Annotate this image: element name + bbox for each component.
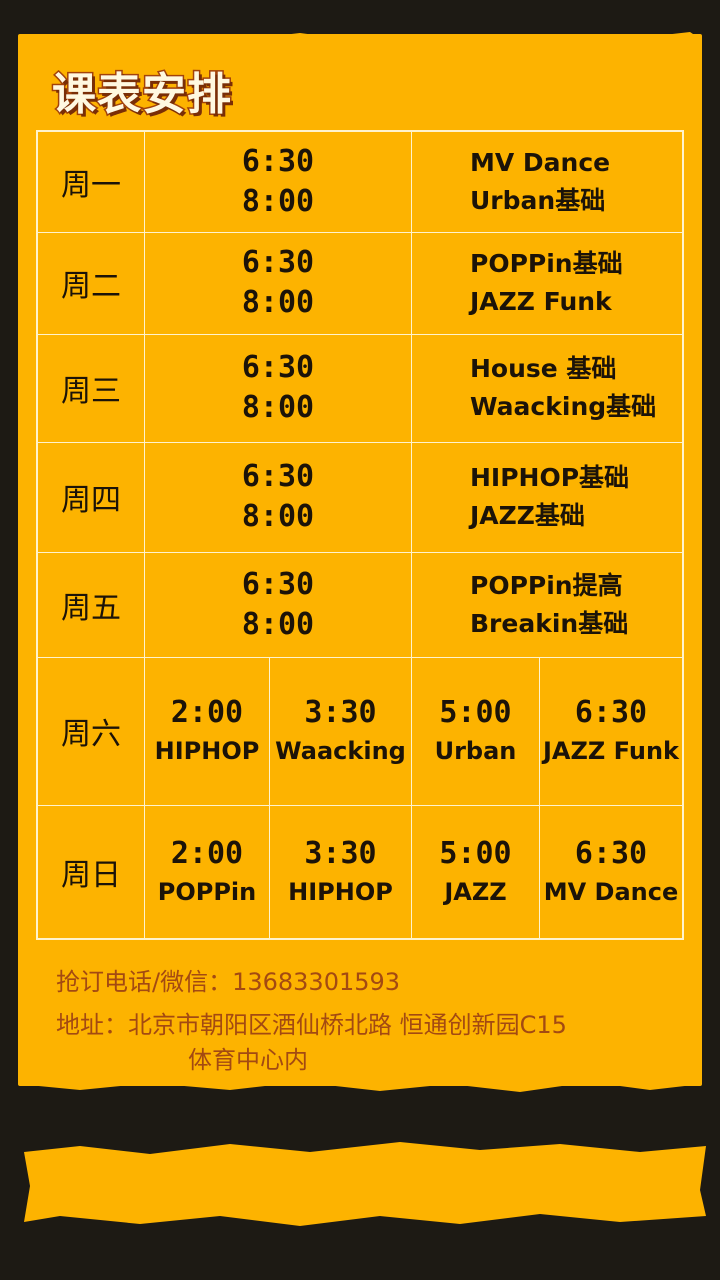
slot-course: JAZZ	[444, 877, 507, 906]
table-row: 周三 6:30 8:00 House 基础 Waacking基础	[36, 333, 684, 443]
page-title: 课表安排	[51, 68, 233, 122]
slot-cell: 3:30 HIPHOP	[269, 804, 412, 940]
slot-time: 3:30	[304, 835, 377, 871]
course-name: POPPin基础	[470, 249, 623, 278]
torn-edge-bottom	[18, 1060, 702, 1092]
course-name: Waacking基础	[470, 392, 657, 421]
time-end: 8:00	[241, 390, 315, 425]
table-row: 周四 6:30 8:00 HIPHOP基础 JAZZ基础	[36, 441, 684, 553]
table-row: 周五 6:30 8:00 POPPin提高 Breakin基础	[36, 551, 684, 658]
course-cell: HIPHOP基础 JAZZ基础	[411, 441, 684, 553]
decorative-brush-strip	[24, 1142, 706, 1226]
schedule-table: 周一 6:30 8:00 MV Dance Urban基础 周二 6:30 8:…	[36, 130, 684, 940]
time-start: 6:30	[241, 566, 315, 602]
torn-edge-top	[18, 32, 702, 48]
slot-cell: 5:00 Urban	[411, 656, 540, 806]
time-start: 6:30	[241, 350, 315, 385]
table-row: 周日 2:00 POPPin 3:30 HIPHOP 5:00 JAZZ 6:3…	[36, 804, 684, 940]
slot-course: HIPHOP	[154, 737, 260, 765]
slot-course: POPPin	[157, 877, 257, 906]
course-name: Breakin基础	[470, 608, 629, 638]
slot-course: Waacking	[275, 737, 406, 765]
table-row: 周一 6:30 8:00 MV Dance Urban基础	[36, 130, 684, 233]
slot-course: Urban	[434, 737, 517, 765]
slot-time: 6:30	[574, 835, 648, 871]
slot-course: MV Dance	[543, 877, 679, 906]
address-line: 地址：北京市朝阳区酒仙桥北路 恒通创新园C15	[56, 1011, 567, 1039]
slot-cell: 2:00 POPPin	[144, 804, 270, 940]
slot-time: 5:00	[439, 835, 512, 871]
time-cell: 6:30 8:00	[144, 441, 412, 553]
time-start: 6:30	[241, 245, 315, 280]
course-name: JAZZ基础	[470, 501, 585, 530]
course-name: HIPHOP基础	[470, 463, 630, 492]
course-cell: POPPin提高 Breakin基础	[411, 551, 684, 658]
course-name: House 基础	[470, 354, 617, 383]
day-label: 周三	[36, 333, 145, 443]
address-line-2: 体育中心内	[188, 1046, 308, 1074]
slot-time: 2:00	[170, 695, 244, 730]
slot-cell: 2:00 HIPHOP	[144, 656, 270, 806]
day-label: 周五	[36, 551, 145, 658]
slot-time: 2:00	[170, 835, 244, 871]
time-cell: 6:30 8:00	[144, 130, 412, 233]
slot-time: 6:30	[574, 695, 648, 730]
slot-cell: 3:30 Waacking	[269, 656, 412, 806]
time-start: 6:30	[241, 143, 315, 179]
slot-time: 3:30	[304, 695, 377, 730]
time-cell: 6:30 8:00	[144, 231, 412, 335]
time-start: 6:30	[241, 459, 315, 494]
day-label: 周日	[36, 804, 145, 940]
course-cell: House 基础 Waacking基础	[411, 333, 684, 443]
day-label: 周二	[36, 231, 145, 335]
time-cell: 6:30 8:00	[144, 551, 412, 658]
slot-cell: 6:30 JAZZ Funk	[539, 656, 684, 806]
slot-course: HIPHOP	[288, 877, 393, 906]
time-cell: 6:30 8:00	[144, 333, 412, 443]
day-label: 周一	[36, 130, 145, 233]
course-cell: MV Dance Urban基础	[411, 130, 684, 233]
course-name: Urban基础	[470, 185, 606, 215]
course-cell: POPPin基础 JAZZ Funk	[411, 231, 684, 335]
course-name: JAZZ Funk	[470, 287, 612, 316]
course-name: POPPin提高	[470, 570, 623, 600]
slot-cell: 6:30 MV Dance	[539, 804, 684, 940]
course-name: MV Dance	[470, 147, 611, 177]
time-end: 8:00	[241, 285, 315, 320]
time-end: 8:00	[241, 499, 315, 534]
day-label: 周四	[36, 441, 145, 553]
slot-time: 5:00	[439, 695, 512, 730]
table-row: 周六 2:00 HIPHOP 3:30 Waacking 5:00 Urban …	[36, 656, 684, 806]
slot-cell: 5:00 JAZZ	[411, 804, 540, 940]
table-row: 周二 6:30 8:00 POPPin基础 JAZZ Funk	[36, 231, 684, 335]
time-end: 8:00	[241, 606, 315, 642]
day-label: 周六	[36, 656, 145, 806]
time-end: 8:00	[241, 183, 315, 219]
slot-course: JAZZ Funk	[543, 737, 679, 765]
phone-line: 抢订电话/微信：13683301593	[56, 968, 401, 996]
